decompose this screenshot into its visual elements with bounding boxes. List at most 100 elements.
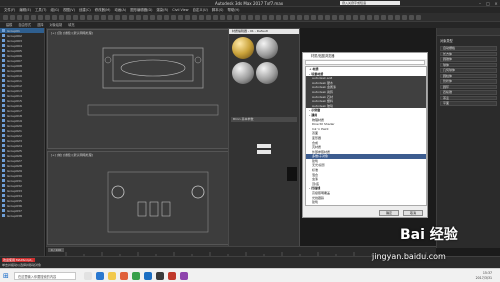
toolbar-button[interactable] xyxy=(122,15,127,20)
browser-search-input[interactable] xyxy=(305,60,425,65)
blinn-params-header[interactable]: Blinn 基本参数 xyxy=(231,117,297,122)
toolbar-button[interactable] xyxy=(171,15,176,20)
maximize-icon[interactable]: □ xyxy=(484,0,492,7)
toolbar-button[interactable] xyxy=(17,15,22,20)
toolbar-button[interactable] xyxy=(248,15,253,20)
toolbar-button[interactable] xyxy=(262,15,267,20)
app-icon-orange[interactable] xyxy=(120,272,128,280)
toolbar-button[interactable] xyxy=(24,15,29,20)
material-editor-window[interactable]: 材质编辑器 - 01 - Default Blinn 基本参数 xyxy=(228,28,300,248)
toolbar-button[interactable] xyxy=(101,15,106,20)
command-panel-button[interactable]: 圆环 xyxy=(440,84,497,89)
command-panel-button[interactable]: 圆柱体 xyxy=(440,73,497,78)
taskbar-search-input[interactable]: 在这里输入你要搜索的内容 xyxy=(14,272,76,280)
material-slot-4[interactable] xyxy=(256,62,278,84)
toolbar-button[interactable] xyxy=(87,15,92,20)
toolbar-button[interactable] xyxy=(38,15,43,20)
material-editor-title[interactable]: 材质编辑器 - 01 - Default xyxy=(229,29,299,34)
toolbar-button[interactable] xyxy=(241,15,246,20)
toolbar-button[interactable] xyxy=(409,15,414,20)
3dsmax-icon[interactable] xyxy=(156,272,164,280)
toolbar-button[interactable] xyxy=(360,15,365,20)
close-icon[interactable]: × xyxy=(492,0,500,7)
edge-icon[interactable] xyxy=(96,272,104,280)
windows-start-icon[interactable]: ⊞ xyxy=(3,272,9,280)
toolbar-button[interactable] xyxy=(367,15,372,20)
toolbar-button[interactable] xyxy=(52,15,57,20)
toolbar-button[interactable] xyxy=(94,15,99,20)
material-slot-3[interactable] xyxy=(232,62,254,84)
toolbar-button[interactable] xyxy=(304,15,309,20)
toolbar-button[interactable] xyxy=(73,15,78,20)
app-icon-red[interactable] xyxy=(168,272,176,280)
color-swatch-ambient[interactable] xyxy=(257,144,271,148)
toolbar-button[interactable] xyxy=(283,15,288,20)
toolbar-button[interactable] xyxy=(164,15,169,20)
viewport-top[interactable]: [+] [顶] [线框] [默认明暗处理] xyxy=(47,29,229,149)
toolbar-button[interactable] xyxy=(276,15,281,20)
toolbar-button[interactable] xyxy=(332,15,337,20)
toolbar-button[interactable] xyxy=(318,15,323,20)
maxscript-listener[interactable]: 欢迎使用 MAXScript。 xyxy=(2,258,36,262)
toolbar-button[interactable] xyxy=(115,15,120,20)
toolbar-button[interactable] xyxy=(234,15,239,20)
viewport-front[interactable]: [+] [前] [线框] [默认明暗处理] xyxy=(47,151,229,245)
toolbar-button[interactable] xyxy=(199,15,204,20)
explorer-icon[interactable] xyxy=(108,272,116,280)
toolbar-button[interactable] xyxy=(31,15,36,20)
material-slot-2[interactable] xyxy=(256,37,278,59)
toolbar-button[interactable] xyxy=(269,15,274,20)
toolbar-button[interactable] xyxy=(220,15,225,20)
toolbar-button[interactable] xyxy=(290,15,295,20)
command-panel-button[interactable]: 几何球体 xyxy=(440,68,497,73)
toolbar-button[interactable] xyxy=(325,15,330,20)
toolbar-button[interactable] xyxy=(157,15,162,20)
command-panel-button[interactable]: 圆锥体 xyxy=(440,57,497,62)
toolbar-button[interactable] xyxy=(150,15,155,20)
task-view-icon[interactable] xyxy=(84,272,92,280)
toolbar-button[interactable] xyxy=(108,15,113,20)
scene-explorer-row[interactable]: Group038 xyxy=(0,213,44,218)
cancel-button[interactable]: 取消 xyxy=(403,210,423,216)
toolbar-button[interactable] xyxy=(381,15,386,20)
app-icon-blue[interactable] xyxy=(144,272,152,280)
toolbar-button[interactable] xyxy=(346,15,351,20)
app-icon-purple[interactable] xyxy=(180,272,188,280)
toolbar-button[interactable] xyxy=(192,15,197,20)
toolbar-button[interactable] xyxy=(374,15,379,20)
toolbar-button[interactable] xyxy=(353,15,358,20)
toolbar-button[interactable] xyxy=(66,15,71,20)
minimize-icon[interactable]: – xyxy=(476,0,484,7)
toolbar-button[interactable] xyxy=(311,15,316,20)
material-slot-gold[interactable] xyxy=(232,37,254,59)
toolbar-button[interactable] xyxy=(206,15,211,20)
search-input[interactable]: 键入关键字或短语 xyxy=(340,1,400,5)
toolbar-button[interactable] xyxy=(129,15,134,20)
toolbar-button[interactable] xyxy=(297,15,302,20)
toolbar-button[interactable] xyxy=(3,15,8,20)
browser-material-item[interactable]: 建筑 xyxy=(306,200,426,205)
toolbar-button[interactable] xyxy=(10,15,15,20)
command-panel-button[interactable]: 茶壶 xyxy=(440,95,497,100)
toolbar-button[interactable] xyxy=(59,15,64,20)
command-panel-button[interactable]: 自动栅格 xyxy=(440,46,497,51)
taskbar-clock[interactable]: 15:37 2017/3/31 xyxy=(476,271,492,280)
ok-button[interactable]: 确定 xyxy=(379,210,399,216)
app-icon-green[interactable] xyxy=(132,272,140,280)
command-panel-tabs[interactable] xyxy=(437,28,500,36)
command-panel-button[interactable]: 长方体 xyxy=(440,51,497,56)
toolbar-button[interactable] xyxy=(143,15,148,20)
toolbar-button[interactable] xyxy=(339,15,344,20)
toolbar-button[interactable] xyxy=(402,15,407,20)
browser-list[interactable]: + 材质 - 场景材质 autodesk.ao8 Autodesk 硬木 Autodes… xyxy=(305,66,427,206)
toolbar-button[interactable] xyxy=(395,15,400,20)
toolbar-button[interactable] xyxy=(185,15,190,20)
toolbar-button[interactable] xyxy=(45,15,50,20)
toolbar-button[interactable] xyxy=(80,15,85,20)
toolbar-button[interactable] xyxy=(255,15,260,20)
color-swatch-diffuse[interactable] xyxy=(257,150,271,154)
toolbar-button[interactable] xyxy=(227,15,232,20)
toolbar-button[interactable] xyxy=(178,15,183,20)
command-panel-button[interactable]: 四棱锥 xyxy=(440,90,497,95)
toolbar-button[interactable] xyxy=(388,15,393,20)
